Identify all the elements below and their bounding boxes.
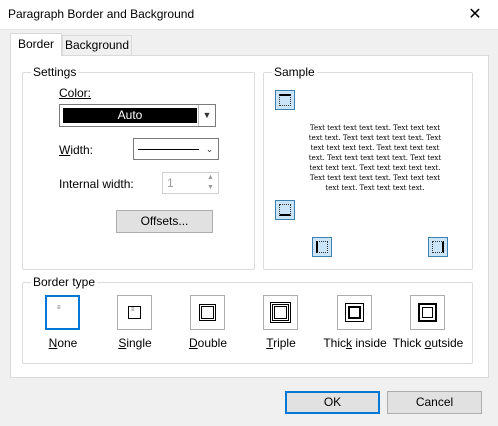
ok-button[interactable]: OK — [285, 391, 380, 414]
border-type-single-button[interactable]: ≡ — [117, 295, 152, 330]
internal-width-label: Internal width: — [59, 177, 134, 191]
chevron-down-icon[interactable]: ⌄ — [201, 139, 218, 159]
title-bar: Paragraph Border and Background ✕ — [0, 0, 498, 30]
spin-down-icon[interactable]: ▼ — [203, 183, 218, 193]
thick-inside-border-icon — [345, 303, 364, 322]
border-type-thick-inside-button[interactable] — [337, 295, 372, 330]
internal-width-value: 1 — [167, 176, 174, 190]
border-type-group-label: Border type — [31, 275, 98, 289]
close-icon: ✕ — [468, 6, 482, 23]
offsets-button-label: Offsets... — [140, 214, 189, 228]
single-border-icon: ≡ — [128, 306, 141, 319]
border-bottom-button[interactable] — [275, 200, 295, 220]
tab-background-label: Background — [64, 38, 130, 52]
border-type-group: Border type — [22, 275, 473, 364]
color-swatch: Auto — [63, 108, 197, 123]
settings-group-label: Settings — [31, 65, 79, 79]
width-line-preview — [138, 149, 199, 150]
double-border-icon — [199, 304, 216, 321]
color-combo[interactable]: Auto ▼ — [59, 104, 216, 127]
tab-border-label: Border — [17, 37, 55, 51]
border-bottom-icon — [279, 204, 291, 216]
border-top-button[interactable] — [275, 90, 295, 110]
color-label: Color: — [59, 86, 92, 100]
spin-up-icon[interactable]: ▲ — [203, 173, 218, 183]
cancel-button-label: Cancel — [415, 395, 454, 409]
settings-group: Settings — [22, 65, 255, 270]
triple-border-icon — [270, 302, 291, 323]
width-combo[interactable]: ⌄ — [133, 138, 219, 160]
internal-width-stepper[interactable]: 1 ▲ ▼ — [162, 172, 219, 194]
border-type-thick-outside-button[interactable] — [410, 295, 445, 330]
offsets-button[interactable]: Offsets... — [116, 210, 213, 233]
border-type-triple-button[interactable] — [263, 295, 298, 330]
thick-outside-border-icon — [418, 303, 437, 322]
border-right-button[interactable] — [428, 237, 448, 257]
sample-preview-text: Text text text text text. Text text text… — [308, 124, 442, 192]
width-label: Width: — [59, 143, 94, 157]
border-right-icon — [432, 241, 444, 253]
border-left-button[interactable] — [312, 237, 332, 257]
cancel-button[interactable]: Cancel — [387, 391, 482, 414]
sample-group-label: Sample — [272, 65, 317, 79]
ok-button-label: OK — [323, 395, 342, 409]
window-title: Paragraph Border and Background — [8, 7, 195, 21]
tab-background[interactable]: Background — [62, 35, 132, 55]
close-button[interactable]: ✕ — [452, 0, 498, 30]
chevron-down-icon[interactable]: ▼ — [198, 105, 215, 126]
border-type-double-button[interactable] — [190, 295, 225, 330]
paragraph-icon: ≡ — [57, 305, 61, 311]
border-type-thick-outside-label: Thick outside — [392, 336, 464, 350]
border-top-icon — [279, 94, 291, 106]
border-type-none-button[interactable]: ≡ — [45, 295, 80, 330]
border-left-icon — [316, 241, 328, 253]
tab-border[interactable]: Border — [10, 33, 62, 56]
color-value: Auto — [117, 108, 143, 122]
